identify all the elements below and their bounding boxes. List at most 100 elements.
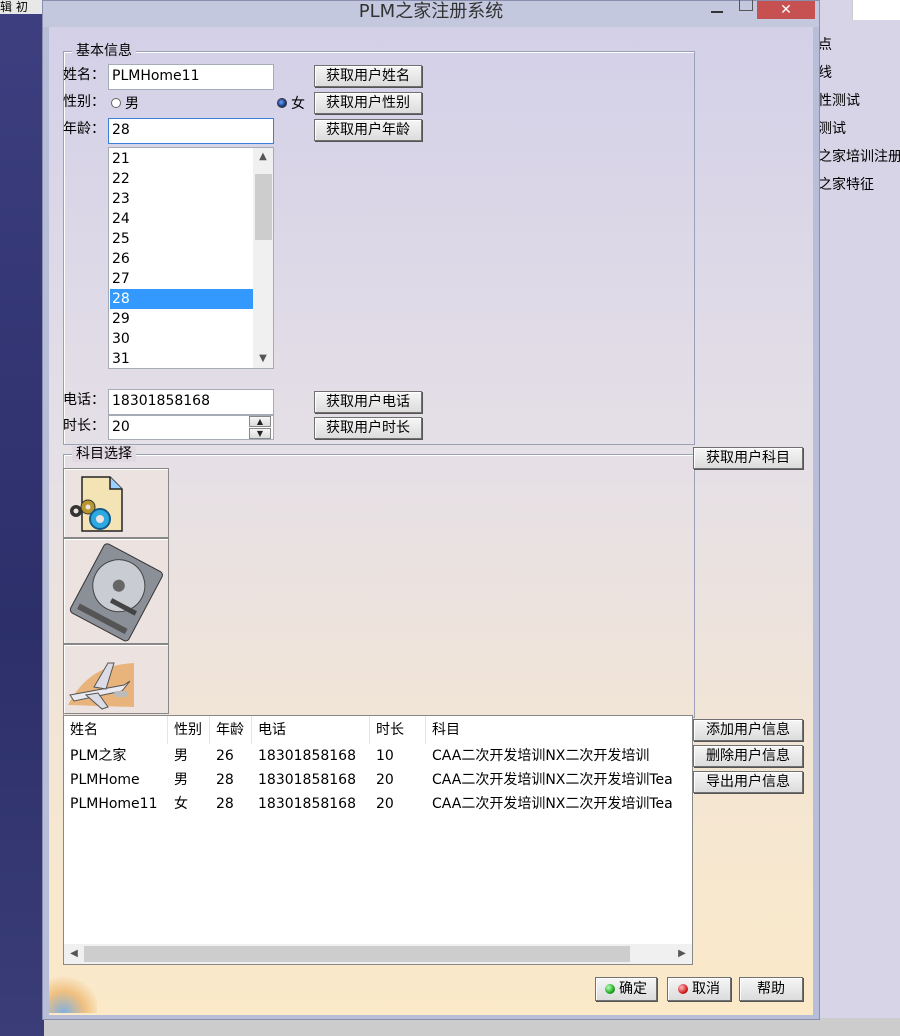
age-option[interactable]: 29 — [110, 309, 253, 329]
background-window-corner — [852, 0, 900, 20]
subject-item[interactable] — [63, 468, 169, 538]
hard-disk-icon — [69, 543, 163, 642]
table-cell[interactable]: 18301858168 — [252, 744, 370, 768]
duration-spinner[interactable]: ▲ ▼ — [249, 416, 271, 440]
gender-male-label: 男 — [125, 96, 139, 112]
background-tree-item: 性测试 — [818, 93, 860, 109]
table-cell[interactable]: 28 — [210, 768, 252, 792]
duration-label: 时长： — [63, 418, 105, 434]
background-tree-item: 之家特征 — [818, 177, 874, 193]
table-cell[interactable]: 女 — [168, 792, 210, 816]
background-menu-fragment: 辑 初 — [0, 0, 44, 14]
age-option-selected[interactable]: 28 — [110, 289, 253, 309]
add-user-button[interactable]: 添加用户信息 — [693, 719, 803, 741]
help-button[interactable]: 帮助 — [739, 977, 803, 1001]
spin-up-icon[interactable]: ▲ — [249, 416, 271, 427]
document-gear-icon — [70, 476, 123, 532]
table-cell[interactable]: 男 — [168, 768, 210, 792]
age-option[interactable]: 30 — [110, 329, 253, 349]
column-header-duration[interactable]: 时长 — [370, 716, 426, 744]
column-header-gender[interactable]: 性别 — [168, 716, 210, 744]
table-horizontal-scrollbar[interactable]: ◀ ▶ — [64, 944, 692, 964]
get-age-button[interactable]: 获取用户年龄 — [314, 119, 422, 141]
table-cell[interactable]: CAA二次开发培训NX二次开发培训Tea — [426, 792, 692, 816]
get-phone-button[interactable]: 获取用户电话 — [314, 391, 422, 413]
table-cell[interactable]: PLMHome11 — [64, 792, 168, 816]
background-tree-item: 点 — [818, 37, 832, 53]
age-option[interactable]: 22 — [110, 169, 253, 189]
desktop-background-bottom — [44, 1018, 900, 1036]
scroll-down-arrow-icon[interactable]: ▼ — [253, 350, 273, 368]
get-duration-button[interactable]: 获取用户时长 — [314, 417, 422, 439]
table-cell[interactable]: CAA二次开发培训NX二次开发培训 — [426, 744, 692, 768]
column-header-subject[interactable]: 科目 — [426, 716, 692, 744]
spin-down-icon[interactable]: ▼ — [249, 428, 271, 439]
background-tree-item: 测试 — [818, 121, 846, 137]
export-user-button[interactable]: 导出用户信息 — [693, 771, 803, 793]
table-cell[interactable]: 28 — [210, 792, 252, 816]
gender-label: 性别： — [63, 94, 105, 110]
column-header-name[interactable]: 姓名 — [64, 716, 168, 744]
delete-user-button[interactable]: 删除用户信息 — [693, 745, 803, 767]
title-bar[interactable]: PLM之家注册系统 ✕ — [43, 0, 819, 27]
column-header-age[interactable]: 年龄 — [210, 716, 252, 744]
table-cell[interactable]: 10 — [370, 744, 426, 768]
scroll-up-arrow-icon[interactable]: ▲ — [253, 148, 273, 166]
name-label: 姓名： — [63, 67, 105, 83]
column-header-phone[interactable]: 电话 — [252, 716, 370, 744]
age-option[interactable]: 31 — [110, 349, 253, 368]
gender-female-label: 女 — [291, 96, 305, 112]
dialog-client-area: 基本信息 姓名： PLMHome11 获取用户姓名 性别： 男 女 获取用户性别… — [49, 27, 813, 1015]
table-cell[interactable]: 18301858168 — [252, 768, 370, 792]
age-option[interactable]: 24 — [110, 209, 253, 229]
user-table[interactable]: 姓名 性别 年龄 电话 时长 科目 PLM之家 男 26 18301858168… — [63, 715, 693, 965]
table-cell[interactable]: 20 — [370, 792, 426, 816]
age-option[interactable]: 25 — [110, 229, 253, 249]
get-gender-button[interactable]: 获取用户性别 — [314, 92, 422, 114]
table-cell[interactable]: PLM之家 — [64, 744, 168, 768]
table-cell[interactable]: 男 — [168, 744, 210, 768]
scroll-right-arrow-icon[interactable]: ▶ — [672, 945, 692, 963]
get-subject-button[interactable]: 获取用户科目 — [693, 447, 803, 469]
cancel-button[interactable]: 取消 — [667, 977, 731, 1001]
airplane-icon — [68, 662, 134, 710]
table-cell[interactable]: 26 — [210, 744, 252, 768]
subject-item[interactable] — [63, 538, 169, 644]
age-combobox-input[interactable]: 28 — [108, 118, 274, 144]
ok-label: 确定 — [619, 981, 647, 997]
desktop-background-left — [0, 0, 44, 1036]
subject-item[interactable] — [63, 644, 169, 714]
green-dot-icon — [605, 984, 615, 994]
age-option[interactable]: 26 — [110, 249, 253, 269]
phone-input[interactable]: 18301858168 — [108, 389, 274, 415]
scroll-left-arrow-icon[interactable]: ◀ — [64, 945, 84, 963]
gender-male-radio[interactable] — [111, 98, 121, 108]
table-cell[interactable]: CAA二次开发培训NX二次开发培训Tea — [426, 768, 692, 792]
age-list-scrollbar[interactable]: ▲ ▼ — [253, 148, 273, 368]
red-dot-icon — [678, 984, 688, 994]
decorative-logo — [49, 971, 97, 1013]
table-scroll-thumb[interactable] — [84, 946, 630, 962]
basic-info-legend: 基本信息 — [72, 43, 136, 59]
age-option[interactable]: 23 — [110, 189, 253, 209]
age-list-scroll-thumb[interactable] — [255, 174, 272, 240]
age-option[interactable]: 21 — [110, 149, 253, 169]
background-tree-item: 线 — [818, 65, 832, 81]
phone-label: 电话： — [63, 392, 105, 408]
table-cell[interactable]: 18301858168 — [252, 792, 370, 816]
age-option[interactable]: 27 — [110, 269, 253, 289]
background-tree-item: 之家培训注册 — [818, 149, 900, 165]
registration-window: PLM之家注册系统 ✕ 基本信息 姓名： PLMHome11 获取用户姓名 性别… — [42, 0, 820, 1020]
table-cell[interactable]: 20 — [370, 768, 426, 792]
age-label: 年龄： — [63, 121, 105, 137]
age-dropdown-list[interactable]: 21 22 23 24 25 26 27 28 29 30 31 ▲ ▼ — [108, 147, 274, 369]
get-name-button[interactable]: 获取用户姓名 — [314, 65, 422, 87]
close-button[interactable]: ✕ — [757, 1, 815, 19]
subject-legend: 科目选择 — [72, 446, 136, 462]
cancel-label: 取消 — [692, 981, 720, 997]
gender-female-radio[interactable] — [277, 98, 287, 108]
ok-button[interactable]: 确定 — [595, 977, 657, 1001]
name-input[interactable]: PLMHome11 — [108, 64, 274, 90]
table-cell[interactable]: PLMHome — [64, 768, 168, 792]
minimize-button[interactable] — [703, 1, 731, 19]
